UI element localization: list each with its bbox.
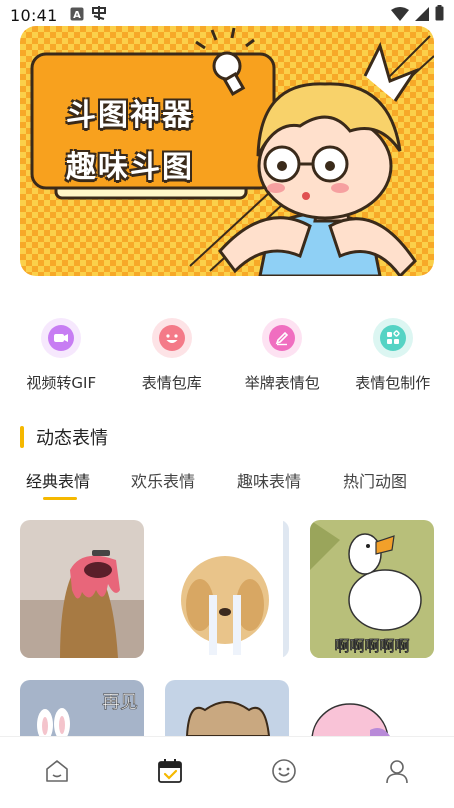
grid-make-icon — [372, 318, 413, 358]
bottom-nav — [0, 736, 454, 808]
meme-tile[interactable] — [20, 520, 144, 658]
meme-image — [20, 520, 144, 658]
signal-icon — [415, 6, 429, 25]
smiley-face-icon — [151, 318, 192, 358]
banner-title-line2: 趣味斗图 — [66, 150, 194, 185]
meme-image: 啊啊啊啊啊 — [310, 520, 434, 658]
meme-tile[interactable]: 啊啊啊啊啊 — [310, 520, 434, 658]
meme-image — [165, 520, 289, 658]
svg-text:A: A — [73, 10, 81, 21]
smiley-icon — [271, 758, 297, 788]
feature-label: 表情包制作 — [355, 374, 431, 392]
nav-profile[interactable] — [367, 748, 427, 798]
pencil-sign-icon — [262, 318, 303, 358]
nav-emoji[interactable] — [254, 748, 314, 798]
wifi-icon — [391, 6, 409, 25]
category-tabs: 经典表情 欢乐表情 趣味表情 热门动图 — [0, 468, 454, 500]
calendar-check-icon — [157, 758, 183, 788]
tab-hot[interactable]: 热门动图 — [343, 468, 407, 492]
meme-image: 再见 — [20, 680, 144, 736]
banner-title-line1: 斗图神器 — [66, 98, 194, 133]
nav-home[interactable] — [27, 748, 87, 798]
duck-caption: 啊啊啊啊啊 — [334, 637, 409, 655]
meme-tile[interactable]: 再见 — [20, 680, 144, 736]
section-title: 动态表情 — [36, 428, 108, 449]
feature-row: 视频转GIF 表情包库 举牌表情包 表情包制作 — [0, 318, 454, 393]
active-tab-indicator — [43, 497, 77, 500]
bye-caption: 再见 — [102, 692, 138, 713]
nav-daily[interactable] — [140, 748, 200, 798]
feature-label: 表情包库 — [141, 374, 202, 392]
tab-classic[interactable]: 经典表情 — [26, 468, 90, 492]
feature-meme-maker[interactable]: 表情包制作 — [338, 318, 448, 393]
user-icon — [384, 758, 410, 788]
font-notification-icon: A — [70, 6, 84, 25]
tab-happy[interactable]: 欢乐表情 — [131, 468, 195, 492]
meme-image — [165, 680, 289, 736]
feature-video-to-gif[interactable]: 视频转GIF — [6, 318, 116, 393]
feature-label: 视频转GIF — [26, 374, 97, 392]
promo-banner[interactable]: 斗图神器 趣味斗图 — [20, 26, 434, 276]
meme-tile[interactable] — [165, 680, 289, 736]
home-icon — [44, 758, 70, 788]
meme-tile[interactable] — [310, 680, 434, 736]
feature-label: 举牌表情包 — [244, 374, 320, 392]
meme-image — [310, 680, 434, 736]
video-camera-icon — [41, 318, 82, 358]
battery-icon — [435, 5, 444, 25]
section-accent-bar — [20, 426, 24, 448]
feature-emoji-library[interactable]: 表情包库 — [117, 318, 227, 393]
feature-sign-meme[interactable]: 举牌表情包 — [227, 318, 337, 393]
meme-tile[interactable] — [165, 520, 289, 658]
app-notification-icon — [90, 5, 108, 25]
status-time: 10:41 — [10, 5, 58, 25]
tab-funny[interactable]: 趣味表情 — [237, 468, 301, 492]
section-header: 动态表情 — [20, 424, 108, 450]
